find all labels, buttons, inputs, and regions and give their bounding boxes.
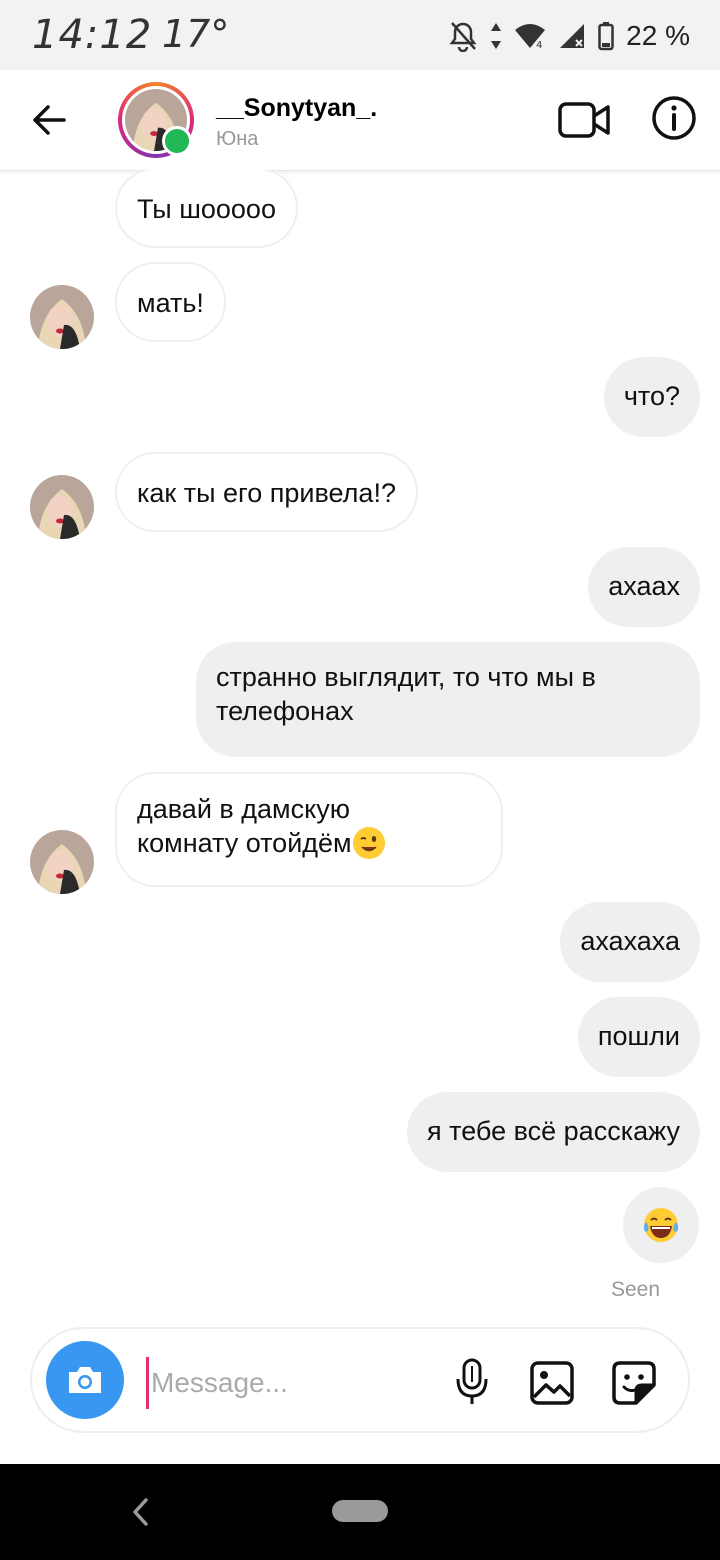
chat-display-name: Юна: [216, 128, 259, 150]
nav-back-icon[interactable]: [128, 1494, 152, 1530]
message-bubble-incoming[interactable]: Ты шооооо: [115, 170, 298, 248]
message-bubble-incoming[interactable]: давай в дамскую комнату отойдём: [115, 772, 503, 887]
message-bubble-outgoing[interactable]: ахаах: [588, 547, 700, 627]
laughing-tears-icon: [643, 1208, 679, 1242]
online-status-dot: [162, 126, 192, 156]
winking-face-icon: [352, 827, 385, 859]
message-text: ахаах: [608, 571, 680, 601]
status-temperature: 17°: [162, 12, 230, 56]
info-icon[interactable]: [650, 94, 698, 142]
nav-home-pill[interactable]: [332, 1500, 388, 1522]
video-call-icon[interactable]: [556, 92, 612, 148]
sender-avatar[interactable]: [30, 475, 94, 539]
message-text: я тебе всё расскажу: [427, 1116, 680, 1146]
seen-indicator: Seen: [611, 1278, 661, 1301]
signal-icon: [560, 24, 585, 48]
battery-percent: 22 %: [626, 20, 690, 51]
mute-bell-icon: [449, 22, 477, 52]
message-text: комнату отойдём: [137, 828, 352, 858]
back-arrow-icon[interactable]: [28, 98, 72, 142]
status-icons: 4 22 %: [448, 16, 690, 56]
sender-avatar[interactable]: [30, 285, 94, 349]
message-text-line: телефонах: [216, 696, 354, 726]
microphone-icon[interactable]: [450, 1357, 494, 1407]
message-composer: [30, 1327, 690, 1433]
message-text: мать!: [137, 288, 204, 318]
sender-avatar[interactable]: [30, 830, 94, 894]
chat-username[interactable]: __Sonytyan_.: [216, 94, 377, 123]
message-text-line: комнату отойдём: [137, 826, 481, 860]
message-text-line: странно выглядит, то что мы в: [216, 662, 596, 692]
camera-icon: [69, 1367, 101, 1393]
message-bubble-incoming[interactable]: как ты его привела!?: [115, 452, 418, 532]
data-arrows-icon: [491, 23, 502, 49]
message-text-line: давай в дамскую: [137, 794, 350, 824]
message-list[interactable]: Ты шооооо мать! что? как ты его привела!…: [0, 170, 720, 1310]
message-bubble-outgoing[interactable]: пошли: [577, 997, 700, 1077]
gallery-icon[interactable]: [528, 1359, 576, 1407]
svg-text:4: 4: [536, 40, 542, 50]
chat-header: __Sonytyan_. Юна: [0, 70, 720, 171]
message-text: что?: [623, 381, 680, 411]
message-text: как ты его привела!?: [137, 478, 396, 508]
message-text: ахахаха: [580, 926, 680, 956]
message-bubble-outgoing[interactable]: [623, 1187, 699, 1263]
camera-button[interactable]: [46, 1341, 124, 1419]
message-bubble-outgoing[interactable]: что?: [603, 357, 700, 437]
message-bubble-incoming[interactable]: мать!: [115, 262, 226, 342]
message-bubble-outgoing[interactable]: странно выглядит, то что мы в телефонах: [196, 642, 700, 757]
message-text: пошли: [597, 1021, 680, 1051]
message-text: Ты шооооо: [137, 194, 276, 224]
battery-icon: [598, 22, 614, 51]
status-time: 14:12: [32, 12, 153, 58]
wifi-icon: 4: [515, 24, 546, 50]
status-bar: 14:12 17° 4 22 %: [0, 0, 720, 70]
message-bubble-outgoing[interactable]: я тебе всё расскажу: [407, 1092, 700, 1172]
sticker-icon[interactable]: [610, 1359, 658, 1407]
message-input[interactable]: [146, 1357, 413, 1409]
message-bubble-outgoing[interactable]: ахахаха: [560, 902, 700, 982]
